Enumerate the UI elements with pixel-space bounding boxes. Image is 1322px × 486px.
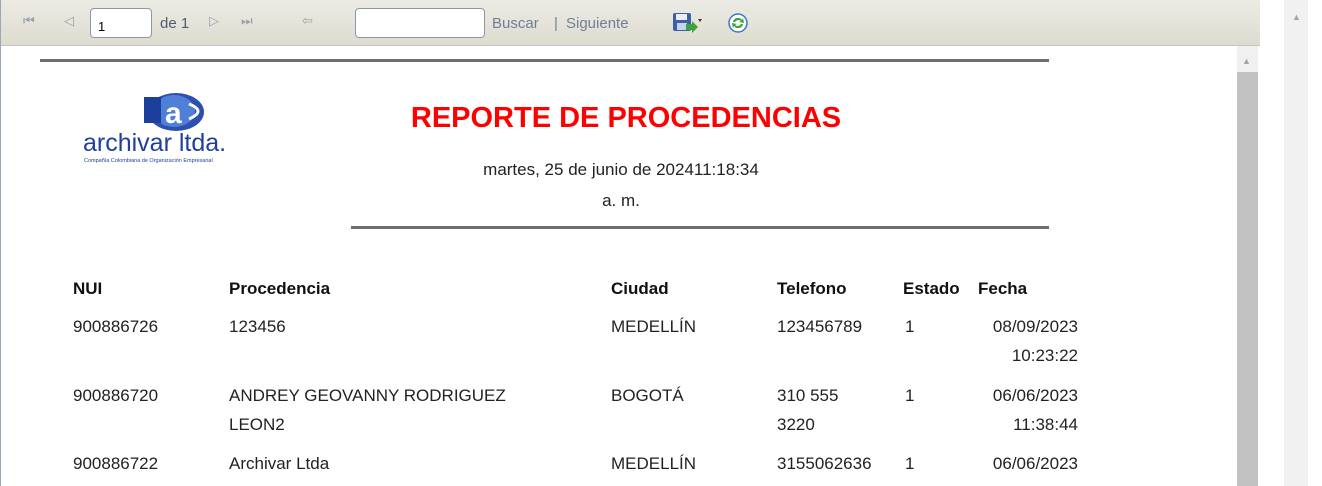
page-count-label: de 1 (160, 15, 190, 32)
cell-fecha-time: 11:40:00 (961, 478, 1078, 486)
logo-company-name: archivar ltda. (83, 129, 226, 157)
cell-estado: 1 (905, 454, 915, 473)
previous-page-icon[interactable]: ◁ (64, 13, 74, 29)
cell-estado: 1 (905, 386, 915, 405)
cell-fecha-date: 06/06/2023 (992, 454, 1078, 473)
header-fecha: Fecha (978, 279, 1028, 298)
header-procedencia: Procedencia (229, 279, 331, 298)
cell-estado: 1 (905, 317, 915, 336)
cell-nui: 900886726 (73, 317, 159, 336)
cell-procedencia: ANDREY GEOVANNY RODRIGUEZ LEON2 (229, 381, 506, 439)
top-divider (40, 59, 1049, 62)
cell-fecha-time: 11:38:44 (1013, 415, 1078, 434)
back-to-parent-icon[interactable]: ⇦ (302, 13, 313, 29)
page-scroll-up-icon[interactable]: ▲ (1292, 12, 1301, 22)
cell-ciudad: MEDELLÍN (611, 317, 697, 336)
page-number-input[interactable] (90, 8, 152, 38)
search-link[interactable]: Buscar (492, 15, 539, 32)
company-logo: a archivar ltda. Compañía Colombiana de … (81, 89, 281, 169)
report-date-line1: martes, 25 de junio de 202411:18:34 (483, 160, 759, 179)
report-toolbar: ⏮ ◁ de 1 ▷ ⏭ ⇦ Buscar | Siguiente (1, 0, 1260, 46)
cell-telefono-line1: 310 555 (777, 386, 839, 405)
report-scroll-up-icon[interactable]: ▲ (1242, 56, 1251, 66)
report-date-line2: a. m. (602, 191, 640, 210)
search-text-input[interactable] (355, 8, 485, 38)
page-scrollbar[interactable] (1284, 0, 1308, 486)
cell-procedencia: Archivar Ltda (229, 454, 330, 473)
cell-fecha: 08/09/2023 10:23:22 (961, 312, 1078, 370)
cell-fecha-date: 06/06/2023 (992, 386, 1078, 405)
cell-procedencia: 123456 (229, 317, 286, 336)
cell-ciudad: MEDELLÍN (611, 454, 697, 473)
refresh-icon[interactable] (727, 12, 749, 38)
cell-fecha: 06/06/2023 11:38:44 (961, 381, 1078, 439)
next-page-icon[interactable]: ▷ (209, 13, 219, 29)
report-scrollbar-thumb[interactable] (1237, 72, 1258, 486)
last-page-icon[interactable]: ⏭ (241, 13, 253, 29)
toolbar-separator: | (554, 15, 558, 32)
cell-telefono: 3155062636 (777, 454, 872, 473)
header-nui: NUI (73, 279, 103, 298)
save-icon[interactable] (672, 12, 702, 38)
cell-fecha-time: 10:23:22 (1011, 346, 1078, 365)
first-page-icon[interactable]: ⏮ (23, 13, 35, 29)
report-body: a archivar ltda. Compañía Colombiana de … (1, 46, 1237, 486)
cell-procedencia-line1: ANDREY GEOVANNY RODRIGUEZ (229, 386, 506, 405)
cell-ciudad: BOGOTÁ (611, 386, 684, 405)
report-viewer: ⏮ ◁ de 1 ▷ ⏭ ⇦ Buscar | Siguiente (0, 0, 1260, 486)
cell-nui: 900886722 (73, 454, 159, 473)
report-title: REPORTE DE PROCEDENCIAS (410, 102, 842, 134)
cell-fecha: 06/06/2023 11:40:00 (961, 449, 1078, 486)
cell-telefono-line2: 3220 (777, 415, 815, 434)
header-ciudad: Ciudad (611, 279, 669, 298)
header-telefono: Telefono (777, 279, 847, 298)
title-divider (351, 226, 1049, 229)
svg-text:a: a (165, 97, 182, 130)
logo-tagline: Compañía Colombiana de Organización Empr… (84, 158, 213, 164)
report-date: martes, 25 de junio de 202411:18:34 a. m… (441, 154, 801, 216)
cell-fecha-date: 08/09/2023 (992, 317, 1078, 336)
header-estado: Estado (903, 279, 960, 298)
cell-telefono: 123456789 (777, 317, 863, 336)
cell-procedencia-line2: LEON2 (229, 415, 285, 434)
find-next-link[interactable]: Siguiente (566, 15, 629, 32)
cell-nui: 900886720 (73, 386, 159, 405)
cell-telefono: 310 555 3220 (777, 381, 838, 439)
